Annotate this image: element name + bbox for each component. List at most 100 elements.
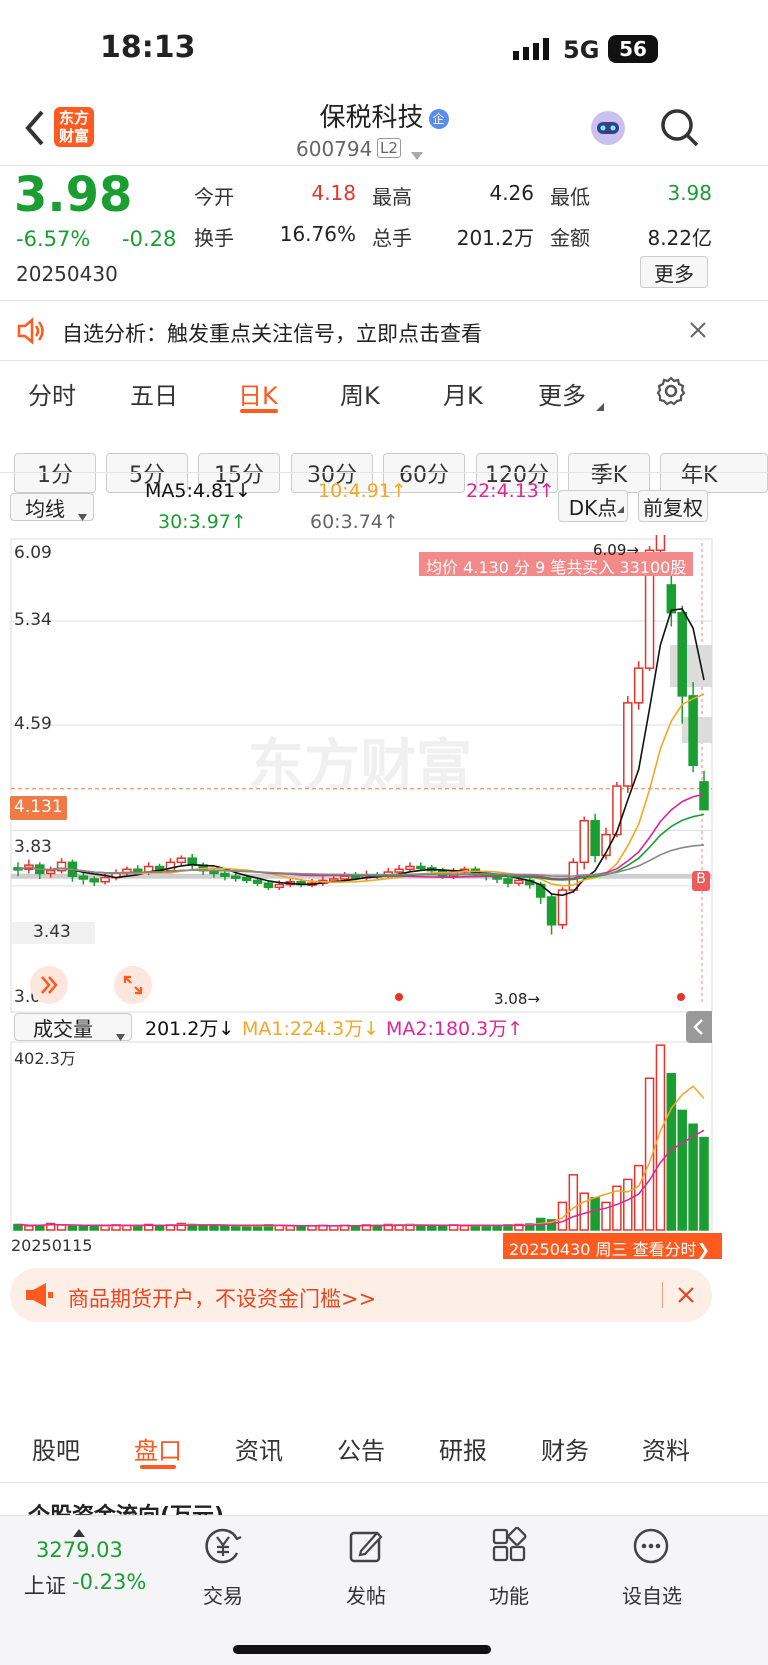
battery-icon: 56	[608, 35, 658, 63]
ad-text[interactable]: 商品期货开户，不设资金门槛>>	[68, 1283, 376, 1313]
stock-code: 600794	[296, 137, 373, 161]
post-label[interactable]: 发帖	[343, 1580, 389, 1609]
divider	[0, 165, 768, 166]
volume-label: 总手	[372, 226, 412, 250]
buy-badge[interactable]: B	[692, 871, 710, 891]
candle-up	[633, 667, 644, 704]
candle-up	[176, 857, 187, 864]
tab-finance[interactable]: 财务	[541, 1431, 589, 1466]
volume-bar-down	[296, 1225, 306, 1231]
kline-chart[interactable]: 东方财富	[0, 535, 768, 1260]
volume-bar-up	[24, 1225, 34, 1231]
double-chevron-icon[interactable]	[30, 966, 68, 1004]
search-icon[interactable]	[660, 108, 700, 148]
volume-bar-down	[699, 1136, 709, 1231]
signal-icon	[513, 38, 551, 60]
view-intraday-button[interactable]: 20250430 周三 查看分时❯	[503, 1233, 722, 1259]
candle-down	[666, 584, 677, 614]
candle-up	[100, 876, 110, 883]
ma-selector-label: 均线	[25, 496, 65, 521]
candle-up	[623, 702, 633, 787]
notice-text[interactable]: 自选分析：触发重点关注信号，立即点击查看	[62, 318, 482, 348]
dk-point-button[interactable]: DK点	[558, 490, 628, 522]
volume-bar-up	[579, 1192, 589, 1231]
add-watchlist-label[interactable]: 设自选	[618, 1580, 686, 1609]
y-label-max: 6.09	[14, 543, 52, 563]
tab-month-k[interactable]: 月K	[443, 376, 483, 411]
tab-week-k[interactable]: 周K	[340, 376, 380, 411]
volume-bar-up	[56, 1224, 67, 1231]
volume-bar-down	[427, 1225, 437, 1231]
tab-announcement[interactable]: 公告	[337, 1431, 385, 1466]
post-edit-icon[interactable]	[347, 1527, 385, 1565]
dropdown-icon[interactable]	[410, 146, 424, 165]
pct-change: -6.57%	[16, 227, 91, 251]
tab-wuri[interactable]: 五日	[130, 376, 178, 411]
volume-bar-down	[481, 1225, 491, 1231]
quote-date: 20250430	[16, 262, 118, 286]
pill-1min[interactable]: 1分	[14, 453, 96, 493]
candle-up	[612, 785, 622, 836]
trade-label[interactable]: 交易	[200, 1580, 246, 1609]
close-notice-icon[interactable]	[688, 320, 708, 344]
index-value[interactable]: 3279.03	[36, 1538, 123, 1562]
stock-name: 保税科技	[319, 103, 424, 133]
turnover-value: 16.76%	[279, 222, 356, 246]
tab-news[interactable]: 资讯	[235, 1431, 283, 1466]
divider	[0, 300, 768, 301]
function-label[interactable]: 功能	[486, 1580, 532, 1609]
ma-selector[interactable]: 均线	[10, 493, 94, 521]
tab-profile[interactable]: 资料	[642, 1431, 690, 1466]
tab-guba[interactable]: 股吧	[32, 1431, 80, 1466]
open-value: 4.18	[311, 181, 356, 205]
tab-pankou[interactable]: 盘口	[134, 1431, 182, 1466]
trade-tooltip: 均价 4.130 分 9 笔共买入 33100股	[419, 552, 694, 577]
ma22-line	[17, 793, 705, 880]
divider	[0, 360, 768, 361]
more-quote-button[interactable]: 更多	[640, 256, 708, 288]
network-label: 5G	[563, 36, 600, 64]
low-marker: 3.08→	[494, 990, 540, 1008]
candle-down	[263, 882, 274, 889]
candle-down	[503, 878, 513, 884]
ma10-value: 10:4.91↑	[318, 480, 407, 502]
close-ad-icon[interactable]	[676, 1285, 696, 1309]
adjust-button[interactable]: 前复权	[638, 490, 708, 522]
enterprise-badge: 企	[428, 109, 449, 129]
tab-more[interactable]: 更多	[538, 376, 586, 411]
volume-ma1: MA1:224.3万↓	[242, 1018, 380, 1040]
candle-down	[688, 695, 698, 766]
volume-indicator-selector[interactable]: 成交量	[14, 1013, 132, 1041]
volume-bar-down	[78, 1225, 89, 1231]
date-end-label: 20250430 周三 查看分时	[509, 1240, 697, 1259]
turnover-label: 换手	[194, 226, 234, 250]
pill-year-k[interactable]: 年K	[660, 453, 768, 493]
collapse-panel-icon[interactable]	[686, 1011, 712, 1043]
pill-season-k[interactable]: 季K	[568, 453, 650, 493]
settings-gear-icon[interactable]	[656, 376, 686, 406]
tab-fenshi[interactable]: 分时	[28, 376, 76, 411]
expand-icon[interactable]	[114, 966, 152, 1004]
volume-bar-up	[459, 1225, 470, 1231]
candle-down	[89, 878, 99, 883]
tab-day-k[interactable]: 日K	[238, 376, 278, 411]
robot-assistant-icon[interactable]	[588, 108, 628, 148]
candle-down	[350, 875, 361, 879]
y-label-3: 4.59	[14, 714, 52, 734]
trade-yen-icon[interactable]	[204, 1527, 242, 1565]
volume-bar-down	[416, 1224, 426, 1231]
volume-current: 201.2万↓	[145, 1018, 235, 1040]
candle-down	[78, 875, 89, 880]
low-marker-label: 3.08	[494, 990, 528, 1008]
dk-label: DK点	[568, 495, 618, 520]
open-label: 今开	[194, 185, 234, 209]
more-dots-icon[interactable]	[632, 1527, 670, 1565]
tab-research[interactable]: 研报	[439, 1431, 487, 1466]
candle-up	[514, 879, 524, 884]
function-grid-icon[interactable]	[490, 1526, 528, 1565]
volume-bar-down	[437, 1224, 448, 1231]
volume-bar-down	[35, 1224, 45, 1231]
candle-down	[220, 872, 230, 877]
index-change: -0.23%	[72, 1570, 147, 1594]
watermark: 东方财富	[248, 734, 472, 799]
